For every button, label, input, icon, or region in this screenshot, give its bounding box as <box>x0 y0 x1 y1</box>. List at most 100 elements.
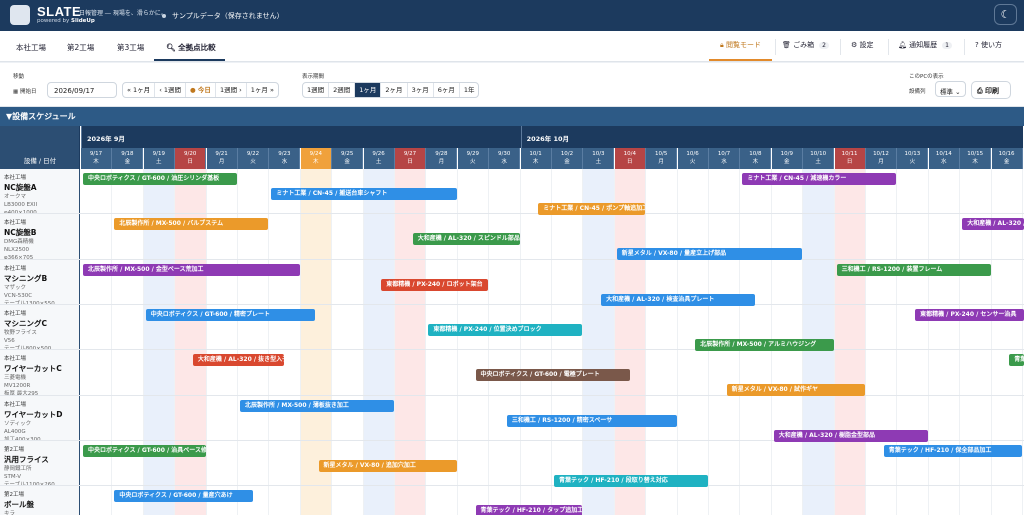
day-date: 10/16 <box>998 151 1015 157</box>
tab-factory-2[interactable]: 第2工場 <box>67 42 94 53</box>
period-1y[interactable]: 1年 <box>460 83 479 97</box>
day-header[interactable]: 9/30 水 <box>489 148 521 169</box>
resource-label[interactable]: 本社工場 NC旋盤A オークマ LB3000 EXII φ400×1000 <box>0 169 80 215</box>
schedule-section-header[interactable]: ▼設備スケジュール <box>0 107 1024 126</box>
view-mode-button[interactable]: 🔒︎ 閲覧モード <box>720 40 761 50</box>
schedule-bar[interactable]: 新星メタル / VX-80 / 試作ギヤ <box>726 384 865 397</box>
day-weekday: 火 <box>909 159 916 165</box>
day-header[interactable]: 10/12 月 <box>866 148 897 169</box>
day-header[interactable]: 9/29 火 <box>457 148 489 169</box>
day-header[interactable]: 9/17 木 <box>81 148 112 169</box>
schedule-bar[interactable]: 大和産機 / AL-320 / 樹脂金型部品 <box>773 429 928 442</box>
day-header[interactable]: 10/15 木 <box>960 148 992 169</box>
theme-toggle-button[interactable]: ☾ <box>994 4 1017 25</box>
schedule-bar[interactable]: ミナト工業 / CN-45 / ポンプ軸追加工 <box>538 203 646 215</box>
print-button[interactable]: ⎙ 印刷 <box>971 81 1011 99</box>
start-date-input[interactable]: 2026/09/17 <box>47 82 117 98</box>
schedule-bar[interactable]: 北辰製作所 / MX-500 / アルミハウジング <box>695 338 834 351</box>
day-header[interactable]: 9/24 木 <box>300 148 332 169</box>
schedule-bar[interactable]: 北辰製作所 / MX-500 / 金型ベース荒加工 <box>83 263 300 276</box>
day-header[interactable]: 10/4 日 <box>614 148 646 169</box>
schedule-bar[interactable]: 中央ロボティクス / GT-600 / 量産穴あけ <box>114 490 253 503</box>
day-header[interactable]: 10/5 月 <box>646 148 678 169</box>
period-3m[interactable]: 3ヶ月 <box>408 83 434 97</box>
day-header[interactable]: 9/21 月 <box>206 148 238 169</box>
schedule-bar[interactable]: 三和機工 / RS-1200 / 精密スペーサ <box>506 414 677 427</box>
day-header[interactable]: 10/10 土 <box>803 148 835 169</box>
tab-all-compare[interactable]: 🔍︎ 全拠点比較 <box>166 42 216 53</box>
density-select[interactable]: 標準 ⌄ <box>935 81 966 97</box>
day-header[interactable]: 10/3 土 <box>583 148 615 169</box>
schedule-bar[interactable]: 新星メタル / VX-80 / 量産立上げ部品 <box>616 248 803 261</box>
resource-label[interactable]: 本社工場 ワイヤーカットD ソディック AL400G 加工400×300 <box>0 395 80 441</box>
day-header[interactable]: 10/8 木 <box>740 148 772 169</box>
schedule-bar[interactable]: ミナト工業 / CN-45 / 搬送台車シャフト <box>271 188 457 200</box>
resource-label[interactable]: 本社工場 マシニングB マザック VCN-530C テーブル1300×550 <box>0 259 80 305</box>
day-header[interactable]: 9/27 日 <box>395 148 426 169</box>
app-logo[interactable]: SLATE <box>37 4 81 19</box>
resource-label[interactable]: 本社工場 ワイヤーカットC 三菱電機 MV1200R 板厚 最大295 <box>0 350 80 396</box>
schedule-bar[interactable]: 青葉テック / HF-210 / 段取り替え対応 <box>554 474 708 487</box>
resource-label[interactable]: 第2工場 汎用フライス 静岡鐵工所 STM-V テーブル1100×260 <box>0 440 80 487</box>
schedule-bar[interactable]: 新星メタル / VX-80 / 追加穴加工 <box>318 459 457 472</box>
day-header[interactable]: 9/25 金 <box>332 148 364 169</box>
day-header[interactable]: 9/19 土 <box>143 148 175 169</box>
schedule-bar[interactable]: 中央ロボティクス / GT-600 / 油圧シリンダ基板 <box>83 173 237 185</box>
schedule-bar[interactable]: 大和産機 / AL-320 / 補修用 <box>962 218 1024 231</box>
help-button[interactable]: ? 使い方 <box>975 40 1002 50</box>
day-header[interactable]: 10/14 水 <box>928 148 960 169</box>
day-header[interactable]: 10/6 火 <box>677 148 709 169</box>
day-header[interactable]: 9/18 金 <box>112 148 144 169</box>
navigation-buttons: « 1ヶ月 ‹ 1週間 ● 今日 1週間 › 1ヶ月 » <box>122 82 279 98</box>
period-2m[interactable]: 2ヶ月 <box>381 83 408 97</box>
period-1m[interactable]: 1ヶ月 <box>355 83 382 97</box>
resource-spec: マザック <box>4 284 27 291</box>
resource-label[interactable]: 第2工場 ボール盤 キラ <box>0 486 80 515</box>
day-header[interactable]: 9/22 火 <box>238 148 269 169</box>
day-header[interactable]: 10/2 金 <box>552 148 583 169</box>
schedule-bar[interactable]: 中央ロボティクス / GT-600 / 精密プレート <box>145 308 316 321</box>
day-header[interactable]: 10/16 金 <box>991 148 1023 169</box>
day-date: 9/20 <box>184 151 197 157</box>
top-bar: SLATE 日報管理 ― 現場を、滑らかに。 powered by SlideU… <box>0 0 1024 31</box>
period-6m[interactable]: 6ヶ月 <box>434 83 460 97</box>
day-header[interactable]: 9/28 月 <box>426 148 458 169</box>
period-1w[interactable]: 1週間 <box>303 83 330 97</box>
today-button[interactable]: ● 今日 <box>186 83 216 97</box>
day-header[interactable]: 10/13 火 <box>897 148 929 169</box>
day-header[interactable]: 10/9 金 <box>771 148 803 169</box>
day-header[interactable]: 10/11 日 <box>834 148 866 169</box>
schedule-bar[interactable]: 中央ロボティクス / GT-600 / 電極プレート <box>475 369 630 382</box>
schedule-bar[interactable]: 中央ロボティクス / GT-600 / 治具ベース修正 <box>83 444 206 457</box>
schedule-bar[interactable]: 東都精機 / PX-240 / センサー治具 <box>915 308 1024 321</box>
day-header[interactable]: 9/20 日 <box>175 148 207 169</box>
schedule-bar[interactable]: 東都精機 / PX-240 / 位置決めブロック <box>428 323 583 336</box>
schedule-bar[interactable]: 青葉 <box>1009 354 1024 367</box>
resource-label[interactable]: 本社工場 NC旋盤B DMG森精機 NLX2500 φ366×705 <box>0 214 80 260</box>
settings-button[interactable]: ⚙︎ 設定 <box>851 40 874 50</box>
schedule-bar[interactable]: 三和機工 / RS-1200 / 装置フレーム <box>836 263 991 276</box>
prev-month-button[interactable]: « 1ヶ月 <box>123 83 156 97</box>
resource-label[interactable]: 本社工場 マシニングC 牧野フライス V56 テーブル800×500 <box>0 304 80 351</box>
day-header[interactable]: 9/23 水 <box>269 148 301 169</box>
schedule-bar[interactable]: 東都精機 / PX-240 / ロボット架台 <box>381 278 489 291</box>
tab-factory-3[interactable]: 第3工場 <box>117 42 144 53</box>
schedule-bar[interactable]: 北辰製作所 / MX-500 / バルブステム <box>114 218 269 231</box>
trash-button[interactable]: 🗑︎ ごみ箱 2 <box>782 40 829 50</box>
schedule-bar[interactable]: ミナト工業 / CN-45 / 減速機カラー <box>742 173 897 185</box>
schedule-bar[interactable]: 大和産機 / AL-320 / 検査治具プレート <box>601 293 756 306</box>
day-header[interactable]: 9/26 土 <box>363 148 395 169</box>
day-header[interactable]: 10/1 木 <box>520 148 552 169</box>
prev-week-button[interactable]: ‹ 1週間 <box>155 83 186 97</box>
tab-honsha[interactable]: 本社工場 <box>16 42 46 53</box>
notification-history-button[interactable]: 🔔︎ 通知履歴 1 <box>898 40 952 50</box>
schedule-bar[interactable]: 青葉テック / HF-210 / タップ追加工 <box>475 505 583 515</box>
schedule-bar[interactable]: 大和産機 / AL-320 / スピンドル部品 <box>412 233 520 246</box>
day-header[interactable]: 10/7 水 <box>709 148 740 169</box>
next-month-button[interactable]: 1ヶ月 » <box>247 83 278 97</box>
next-week-button[interactable]: 1週間 › <box>216 83 247 97</box>
schedule-bar[interactable]: 大和産機 / AL-320 / 抜き型入子 <box>192 354 285 367</box>
schedule-bar[interactable]: 北辰製作所 / MX-500 / 薄板抜き加工 <box>240 399 394 412</box>
period-2w[interactable]: 2週間 <box>329 83 356 97</box>
schedule-bar[interactable]: 青葉テック / HF-210 / 保全部品加工 <box>883 444 1022 457</box>
